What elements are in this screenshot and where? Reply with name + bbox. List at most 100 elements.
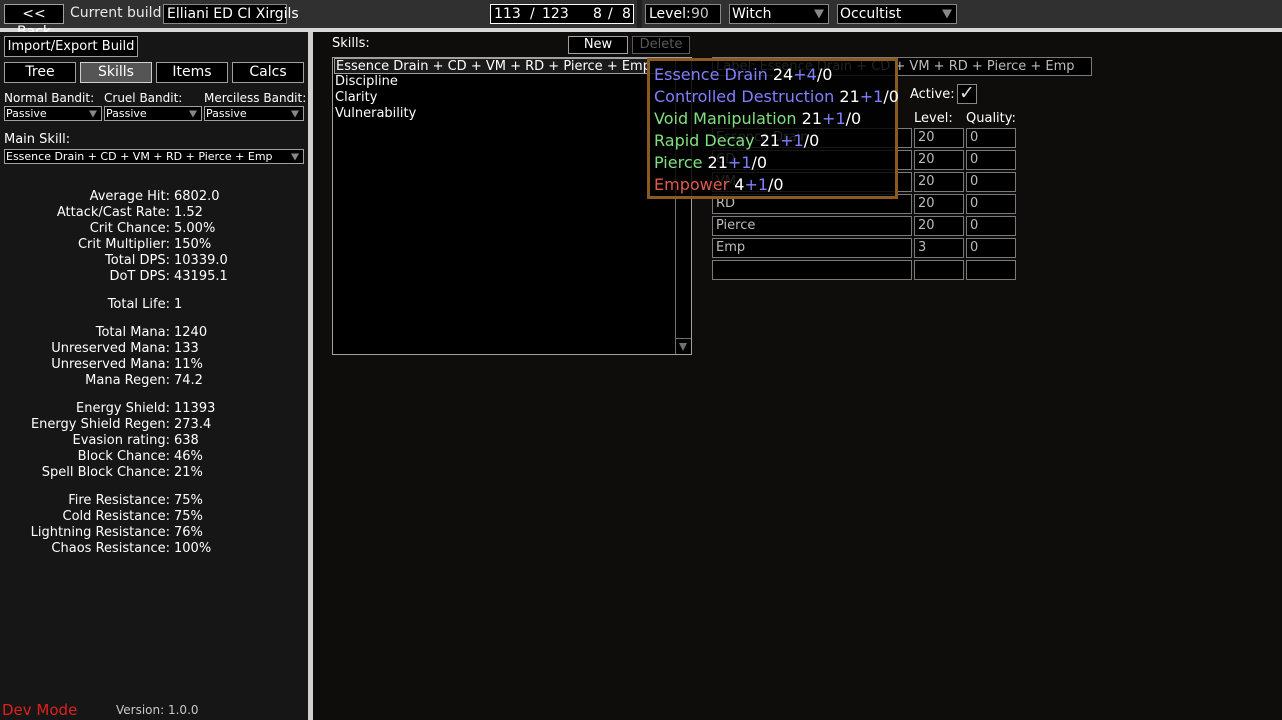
- stat-unreserved-mana-percent: Unreserved Mana: 11%: [0, 357, 308, 373]
- delete-skill-button[interactable]: Delete: [632, 36, 690, 54]
- stat-value: 5.00%: [174, 221, 216, 236]
- active-checkbox[interactable]: ✓: [957, 82, 977, 104]
- stat-value: 11393: [174, 401, 216, 416]
- stat-cold-resistance: Cold Resistance: 75%: [0, 509, 308, 525]
- gem-level-field[interactable]: [914, 260, 964, 280]
- level-field[interactable]: Level: 90: [645, 4, 721, 24]
- version-label: Version: 1.0.0: [116, 703, 199, 717]
- stat-value: 150%: [174, 237, 212, 252]
- stat-value: 1.52: [174, 205, 203, 220]
- stat-value: 6802.0: [174, 189, 220, 204]
- cruel-bandit-dropdown[interactable]: Passive: [104, 106, 202, 121]
- points-display: 113 / 123 8 / 8: [490, 4, 634, 24]
- ascendancy-dropdown[interactable]: Occultist: [837, 4, 957, 24]
- stat-value: 75%: [174, 493, 203, 508]
- tooltip-gem-plus: +: [793, 65, 807, 84]
- stat-label: Lightning Resistance:: [30, 525, 170, 540]
- merciless-bandit-dropdown[interactable]: Passive: [204, 106, 304, 121]
- gem-quality-field[interactable]: 0: [966, 150, 1016, 170]
- skills-list-item[interactable]: Essence Drain + CD + VM + RD + Pierce + …: [334, 58, 676, 74]
- skills-list-item[interactable]: Clarity: [334, 90, 377, 106]
- tooltip-gem-base-level: 24: [772, 65, 794, 84]
- stat-evasion-rating: Evasion rating: 638: [0, 433, 308, 449]
- tab-items[interactable]: Items: [156, 62, 228, 83]
- stat-value: 76%: [174, 525, 203, 540]
- active-label: Active:: [910, 87, 955, 102]
- gem-level-field[interactable]: 20: [914, 194, 964, 214]
- stat-label: Total DPS:: [105, 253, 170, 268]
- gem-name-field[interactable]: Pierce: [712, 216, 912, 236]
- level-column-header: Level:: [914, 111, 953, 126]
- stat-label: Energy Shield:: [76, 401, 170, 416]
- gem-quality-field[interactable]: 0: [966, 216, 1016, 236]
- stat-fire-resistance: Fire Resistance: 75%: [0, 493, 308, 509]
- chevron-down-icon: [814, 9, 824, 19]
- tooltip-gem-name: Rapid Decay: [654, 131, 755, 150]
- stat-value: 638: [174, 433, 199, 448]
- stat-mana-regen: Mana Regen: 74.2: [0, 373, 308, 389]
- normal-bandit-dropdown[interactable]: Passive: [4, 106, 102, 121]
- stat-label: Energy Shield Regen:: [30, 417, 170, 432]
- gem-quality-field[interactable]: [966, 260, 1016, 280]
- stat-label: Total Mana:: [95, 325, 170, 340]
- stat-label: Spell Block Chance:: [41, 465, 170, 480]
- main-skill-value: Essence Drain + CD + VM + RD + Pierce + …: [6, 150, 273, 163]
- gem-level-field[interactable]: 20: [914, 216, 964, 236]
- stat-value: 75%: [174, 509, 203, 524]
- tab-skills[interactable]: Skills: [80, 62, 152, 83]
- gem-level-field[interactable]: 20: [914, 150, 964, 170]
- class-dropdown[interactable]: Witch: [729, 4, 829, 24]
- skills-list[interactable]: Essence Drain + CD + VM + RD + Pierce + …: [332, 57, 692, 355]
- gem-name-field[interactable]: Emp: [712, 238, 912, 258]
- tooltip-gem-bonus-level: 1: [793, 131, 804, 150]
- skill-tooltip: Essence Drain 24+4/0 Controlled Destruct…: [647, 58, 899, 199]
- skills-list-item[interactable]: Discipline: [334, 74, 398, 90]
- points-used: 113: [494, 6, 521, 22]
- tooltip-gem-quality: /0: [751, 153, 768, 172]
- stat-label: Block Chance:: [77, 449, 170, 464]
- skills-list-item[interactable]: Vulnerability: [334, 106, 416, 122]
- back-button[interactable]: << Back: [4, 4, 64, 40]
- main-skill-dropdown[interactable]: Essence Drain + CD + VM + RD + Pierce + …: [4, 149, 304, 164]
- gem-quality-field[interactable]: 0: [966, 128, 1016, 148]
- tooltip-gem-line: Essence Drain 24+4/0: [654, 64, 832, 86]
- build-name-field[interactable]: Elliani ED CI Xirgils: [163, 4, 299, 24]
- stat-value: 273.4: [174, 417, 212, 432]
- stat-crit-chance: Crit Chance: 5.00%: [0, 221, 308, 237]
- stat-value: 1: [174, 297, 183, 312]
- tooltip-gem-base-level: 21: [707, 153, 728, 172]
- gem-name-field[interactable]: [712, 260, 912, 280]
- tooltip-gem-quality: /0: [768, 175, 784, 194]
- tooltip-gem-plus: +: [859, 87, 874, 106]
- tooltip-gem-bonus-level: 1: [757, 175, 769, 194]
- stat-value: 100%: [174, 541, 212, 556]
- tooltip-gem-base-level: 21: [801, 109, 823, 128]
- points-total: 123: [542, 6, 569, 22]
- chevron-down-icon: [679, 343, 687, 351]
- gem-level-field[interactable]: 3: [914, 238, 964, 258]
- new-skill-button[interactable]: New: [568, 36, 628, 54]
- gem-level-field[interactable]: 20: [914, 128, 964, 148]
- stat-label: Unreserved Mana:: [51, 357, 170, 372]
- dev-mode-label: Dev Mode: [2, 701, 78, 719]
- chevron-down-icon: [189, 110, 197, 117]
- stat-label: Total Life:: [107, 297, 170, 312]
- gem-quality-field[interactable]: 0: [966, 172, 1016, 192]
- tooltip-gem-plus: +: [780, 131, 794, 150]
- tooltip-gem-bonus-level: 1: [873, 87, 884, 106]
- gem-level-field[interactable]: 20: [914, 172, 964, 192]
- tab-calcs[interactable]: Calcs: [232, 62, 304, 83]
- gem-quality-field[interactable]: 0: [966, 238, 1016, 258]
- tooltip-gem-bonus-level: 1: [835, 109, 846, 128]
- stat-average-hit: Average Hit: 6802.0: [0, 189, 308, 205]
- tooltip-gem-plus: +: [822, 109, 836, 128]
- tooltip-gem-quality: /0: [816, 65, 833, 84]
- tooltip-gem-plus: +: [727, 153, 742, 172]
- scroll-down-button[interactable]: [676, 338, 691, 354]
- tab-tree[interactable]: Tree: [4, 62, 76, 83]
- gem-quality-field[interactable]: 0: [966, 194, 1016, 214]
- main-skill-label: Main Skill:: [4, 132, 71, 147]
- stat-block-chance: Block Chance: 46%: [0, 449, 308, 465]
- stat-value: 1240: [174, 325, 208, 340]
- import-export-build-button[interactable]: Import/Export Build: [4, 36, 138, 57]
